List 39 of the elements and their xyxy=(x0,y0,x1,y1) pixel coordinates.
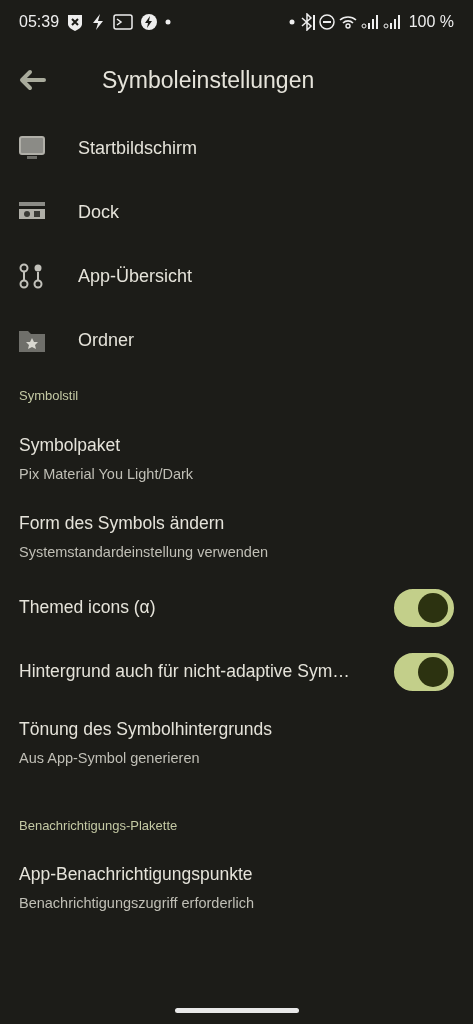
setting-title: Form des Symbols ändern xyxy=(19,511,226,535)
section-header: Benachrichtigungs-Plakette xyxy=(18,816,179,835)
setting-row[interactable]: Themed icons (α) xyxy=(0,575,473,640)
clock-text: 05:39 xyxy=(19,12,60,32)
setting-row[interactable]: Form des Symbols ändern Systemstandardeinstellung verwenden xyxy=(0,497,473,576)
setting-row[interactable]: Symbolpaket Pix Material You Light/Dark xyxy=(0,419,473,498)
setting-row[interactable]: Tönung des Symbolhintergrunds Aus App-Symbol generieren xyxy=(0,703,473,782)
shield-icon xyxy=(67,13,84,31)
section-header: Symbolstil xyxy=(18,387,80,405)
setting-row[interactable]: App-Benachrichtigungspunkte Benachrichtigungszugriff erforderlich xyxy=(0,849,473,927)
setting-summary: Pix Material You Light/Dark xyxy=(19,464,195,484)
nav-item[interactable]: App-Übersicht xyxy=(0,244,473,308)
back-button[interactable] xyxy=(18,69,46,91)
setting-title: Hintergrund auch für nicht-adaptive Sym… xyxy=(19,660,351,684)
setting-title: Symbolpaket xyxy=(19,433,122,457)
setting-title: App-Benachrichtigungspunkte xyxy=(19,863,254,886)
signal-icon xyxy=(382,14,401,30)
nav-item[interactable]: Dock xyxy=(0,180,473,244)
monitor-icon xyxy=(18,135,46,161)
dot-icon xyxy=(165,19,172,25)
wifi-icon xyxy=(338,14,357,30)
setting-summary: Benachrichtigungszugriff erforderlich xyxy=(19,894,256,914)
signal-icon xyxy=(360,14,379,30)
setting-summary: Aus App-Symbol generieren xyxy=(19,748,201,768)
setting-summary: Systemstandardeinstellung verwenden xyxy=(19,542,270,562)
nav-item[interactable]: Startbildschirm xyxy=(0,116,473,180)
setting-title: Themed icons (α) xyxy=(19,596,157,620)
do-not-disturb-icon xyxy=(318,14,335,30)
dot-icon xyxy=(288,19,295,25)
lightning-icon xyxy=(91,14,106,30)
battery-text: 100 % xyxy=(408,12,454,32)
terminal-icon xyxy=(113,14,134,30)
toggle-switch[interactable] xyxy=(394,652,454,691)
toggle-switch[interactable] xyxy=(394,588,454,627)
setting-title: Tönung des Symbolhintergrunds xyxy=(19,717,273,741)
nav-item[interactable]: Ordner xyxy=(0,308,473,372)
setting-row[interactable]: Hintergrund auch für nicht-adaptive Sym… xyxy=(0,639,473,704)
bolt-circle-icon xyxy=(141,14,158,30)
page-title: Symboleinstellungen xyxy=(102,65,315,95)
